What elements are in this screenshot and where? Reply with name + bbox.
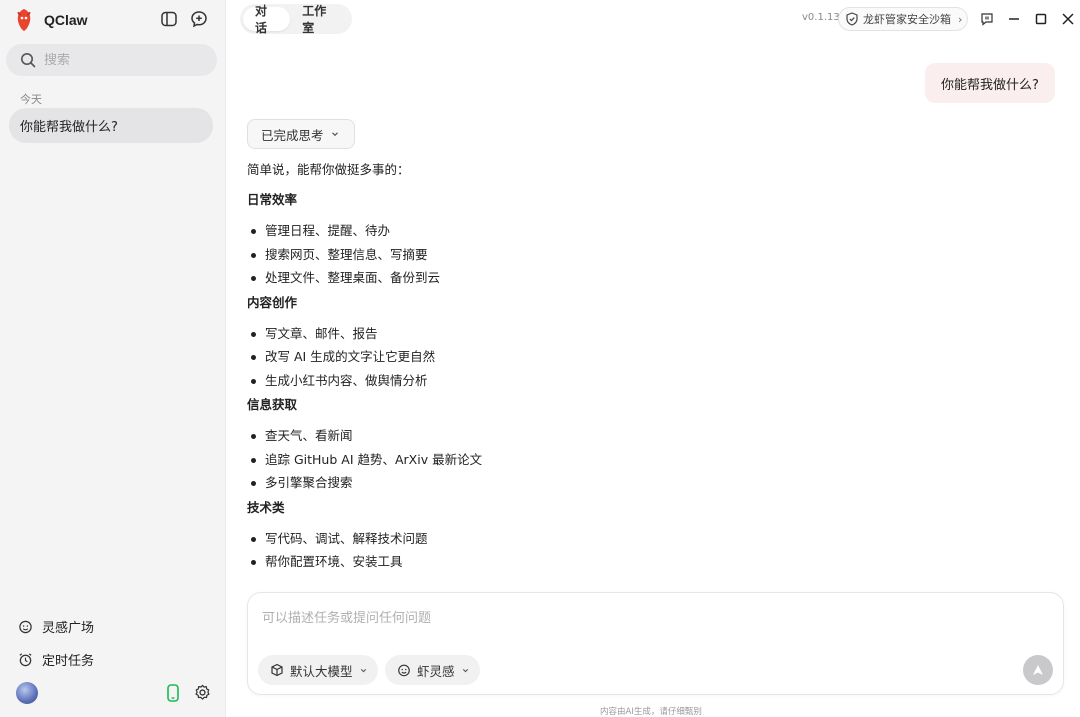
list-item: 追踪 GitHub AI 趋势、ArXiv 最新论文: [247, 448, 847, 472]
sidebar-link-inspiration[interactable]: 灵感广场: [18, 617, 94, 636]
sparkle-face-icon: [398, 664, 410, 677]
chevron-down-icon: [462, 668, 468, 672]
qclaw-logo-icon: [17, 9, 31, 31]
message-input[interactable]: [262, 607, 962, 631]
sidebar-link-label: 定时任务: [42, 654, 95, 669]
avatar[interactable]: [16, 682, 38, 704]
list-item: 处理文件、整理桌面、备份到云: [247, 266, 847, 290]
security-sandbox-button[interactable]: 龙虾管家安全沙箱 ›: [838, 7, 968, 31]
answer-section-title: 信息获取: [247, 397, 298, 412]
window-controls: [978, 10, 1077, 28]
inspiration-selector[interactable]: 虾灵感: [385, 655, 480, 685]
model-label: 默认大模型: [290, 663, 353, 679]
phone-icon[interactable]: [166, 684, 180, 706]
assistant-answer: 简单说，能帮你做挺多事的： 日常效率 管理日程、提醒、待办 搜索网页、整理信息、…: [247, 160, 847, 577]
model-selector[interactable]: 默认大模型: [258, 655, 378, 685]
message-composer: 默认大模型 虾灵感: [247, 592, 1064, 695]
alarm-clock-icon: [19, 653, 32, 667]
answer-list: 写代码、调试、解释技术问题 帮你配置环境、安装工具: [247, 527, 847, 574]
sidebar: QClaw 今天 你能帮我做什么? 灵感广场 定时任务: [0, 0, 226, 717]
search-icon: [21, 53, 36, 68]
search-box[interactable]: [6, 44, 217, 76]
new-chat-icon[interactable]: [190, 10, 208, 28]
chevron-right-icon: ›: [958, 12, 963, 26]
sidebar-link-scheduled-tasks[interactable]: 定时任务: [18, 650, 94, 669]
list-item: 管理日程、提醒、待办: [247, 219, 847, 243]
sidebar-link-label: 灵感广场: [42, 621, 95, 636]
maximize-icon[interactable]: [1032, 10, 1050, 28]
minimize-icon[interactable]: [1005, 10, 1023, 28]
tab-chat[interactable]: 对话: [243, 4, 291, 35]
answer-intro: 简单说，能帮你做挺多事的：: [247, 162, 410, 177]
send-arrow-icon: [1033, 665, 1043, 675]
answer-section-title: 技术类: [247, 499, 285, 515]
shield-icon: [846, 12, 858, 26]
thinking-label: 已完成思考: [261, 127, 324, 143]
thinking-toggle[interactable]: 已完成思考: [247, 119, 355, 149]
user-message-bubble: 你能帮我做什么?: [925, 63, 1055, 103]
section-label-today: 今天: [20, 93, 42, 106]
sandbox-label: 龙虾管家安全沙箱: [863, 13, 951, 26]
version-label: v0.1.13: [802, 12, 840, 23]
answer-list: 写文章、邮件、报告 改写 AI 生成的文字让它更自然 生成小红书内容、做舆情分析: [247, 322, 847, 393]
answer-list: 查天气、看新闻 追踪 GitHub AI 趋势、ArXiv 最新论文 多引擎聚合…: [247, 424, 847, 495]
toggle-sidebar-icon[interactable]: [160, 10, 178, 28]
list-item: 改写 AI 生成的文字让它更自然: [247, 345, 847, 369]
sidebar-footer: [16, 682, 216, 706]
chat-list-item[interactable]: 你能帮我做什么?: [9, 108, 213, 143]
send-button[interactable]: [1023, 655, 1053, 685]
answer-section-title: 日常效率: [247, 192, 298, 207]
answer-section-title: 内容创作: [247, 294, 298, 310]
mode-tabs: 对话 工作室: [240, 4, 352, 35]
ai-disclaimer: 内容由AI生成，请仔细甄别: [600, 707, 702, 717]
chevron-down-icon: [360, 668, 366, 672]
list-item: 生成小红书内容、做舆情分析: [247, 369, 847, 393]
list-item: 写代码、调试、解释技术问题: [247, 527, 847, 551]
sidebar-top-actions: [160, 10, 208, 28]
answer-list: 管理日程、提醒、待办 搜索网页、整理信息、写摘要 处理文件、整理桌面、备份到云: [247, 219, 847, 290]
search-input[interactable]: [44, 52, 194, 68]
sparkle-face-icon: [19, 620, 32, 634]
close-icon[interactable]: [1059, 10, 1077, 28]
list-item: 多引擎聚合搜索: [247, 471, 847, 495]
gear-icon[interactable]: [194, 684, 211, 705]
list-item: 查天气、看新闻: [247, 424, 847, 448]
feedback-icon[interactable]: [978, 10, 996, 28]
tab-studio[interactable]: 工作室: [290, 4, 349, 35]
brand: QClaw: [14, 8, 88, 32]
list-item: 帮你配置环境、安装工具: [247, 550, 847, 574]
app-name: QClaw: [44, 12, 88, 28]
chevron-down-icon: [331, 132, 338, 137]
list-item: 写文章、邮件、报告: [247, 322, 847, 346]
cube-icon: [271, 663, 283, 677]
list-item: 搜索网页、整理信息、写摘要: [247, 243, 847, 267]
inspiration-label: 虾灵感: [417, 663, 455, 679]
